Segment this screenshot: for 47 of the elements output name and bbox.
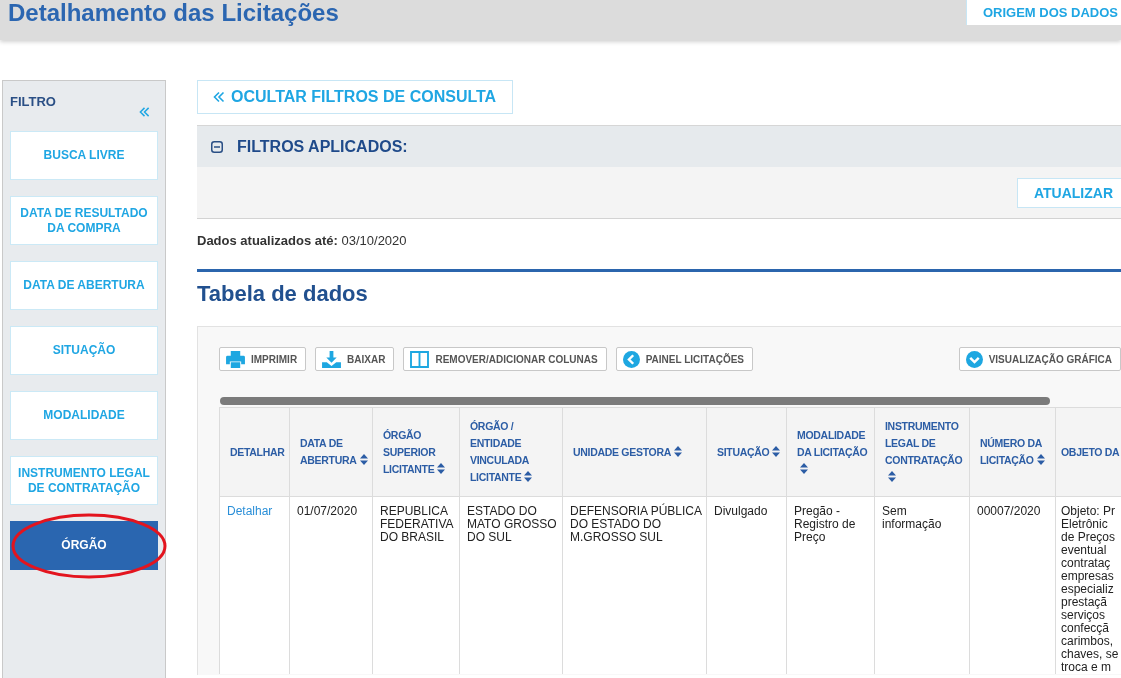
down-chevron-circle-icon bbox=[965, 350, 983, 368]
download-icon bbox=[322, 350, 342, 368]
sort-icon[interactable] bbox=[888, 471, 896, 482]
columns-button[interactable]: REMOVER/ADICIONAR COLUNAS bbox=[403, 347, 607, 371]
page-title: Detalhamento das Licitações bbox=[8, 0, 339, 26]
sort-icon[interactable] bbox=[437, 462, 446, 474]
chart-view-button[interactable]: VISUALIZAÇÃO GRÁFICA bbox=[958, 347, 1121, 371]
print-button[interactable]: IMPRIMIR bbox=[219, 347, 307, 371]
column-header[interactable]: INSTRUMENTO LEGAL DE CONTRATAÇÃO bbox=[874, 407, 970, 497]
minus-square-icon[interactable] bbox=[211, 140, 223, 153]
column-header[interactable]: NÚMERO DA LICITAÇÃO bbox=[969, 407, 1056, 497]
sort-icon[interactable] bbox=[800, 462, 808, 474]
column-header: OBJETO DA bbox=[1055, 407, 1121, 497]
table-cell: Pregão - Registro de Preço bbox=[786, 496, 875, 674]
sort-icon[interactable] bbox=[1036, 454, 1045, 465]
column-header[interactable]: ÓRGÃO / ENTIDADE VINCULADA LICITANTE bbox=[459, 407, 563, 497]
column-header[interactable]: DATA DE ABERTURA bbox=[289, 407, 373, 497]
table-cell: ESTADO DO MATO GROSSO DO SUL bbox=[459, 496, 563, 674]
download-button[interactable]: BAIXAR bbox=[315, 347, 395, 371]
update-note: Dados atualizados até: 03/10/2020 bbox=[197, 233, 408, 248]
column-header: DETALHAR bbox=[219, 407, 290, 497]
sidebar-item[interactable]: ÓRGÃO bbox=[10, 521, 158, 570]
printer-icon bbox=[226, 350, 245, 368]
detail-link[interactable]: Detalhar bbox=[227, 504, 273, 518]
double-chevron-left-icon bbox=[213, 91, 225, 103]
column-header[interactable]: UNIDADE GESTORA bbox=[562, 407, 707, 497]
column-header[interactable]: MODALIDADE DA LICITAÇÃO bbox=[786, 407, 875, 497]
table-title: Tabela de dados bbox=[197, 281, 369, 307]
filters-title: FILTROS APLICADOS: bbox=[237, 137, 408, 156]
scrollbar-thumb[interactable] bbox=[220, 397, 1050, 405]
sort-icon[interactable] bbox=[359, 454, 368, 465]
table-cell: 00007/2020 bbox=[969, 496, 1056, 674]
filter-title: FILTRO bbox=[10, 94, 56, 109]
table-cell: DEFENSORIA PÚBLICA DO ESTADO DO M.GROSSO SUL bbox=[562, 496, 707, 674]
table-cell: Divulgado bbox=[706, 496, 787, 674]
sort-icon[interactable] bbox=[524, 471, 533, 482]
sort-icon[interactable] bbox=[674, 445, 682, 457]
column-header[interactable]: SITUAÇÃO bbox=[706, 407, 787, 497]
table-cell: REPUBLICA FEDERATIVA DO BRASIL bbox=[372, 496, 460, 674]
column-header[interactable]: ÓRGÃO SUPERIOR LICITANTE bbox=[372, 407, 460, 497]
sort-icon[interactable] bbox=[772, 445, 781, 457]
table-cell: Sem informação bbox=[874, 496, 970, 674]
panel-button[interactable]: PAINEL LICITAÇÕES bbox=[615, 347, 754, 371]
table-cell: Objeto: Pr Eletrônic de Preços eventual contrataç empresas especializ prestaçã serviços confecçã carimbos, chaves, se troca e m bbox=[1055, 496, 1121, 674]
table-cell: 01/07/2020 bbox=[289, 496, 373, 674]
columns-icon bbox=[410, 350, 430, 368]
left-chevron-circle-icon bbox=[622, 350, 640, 368]
